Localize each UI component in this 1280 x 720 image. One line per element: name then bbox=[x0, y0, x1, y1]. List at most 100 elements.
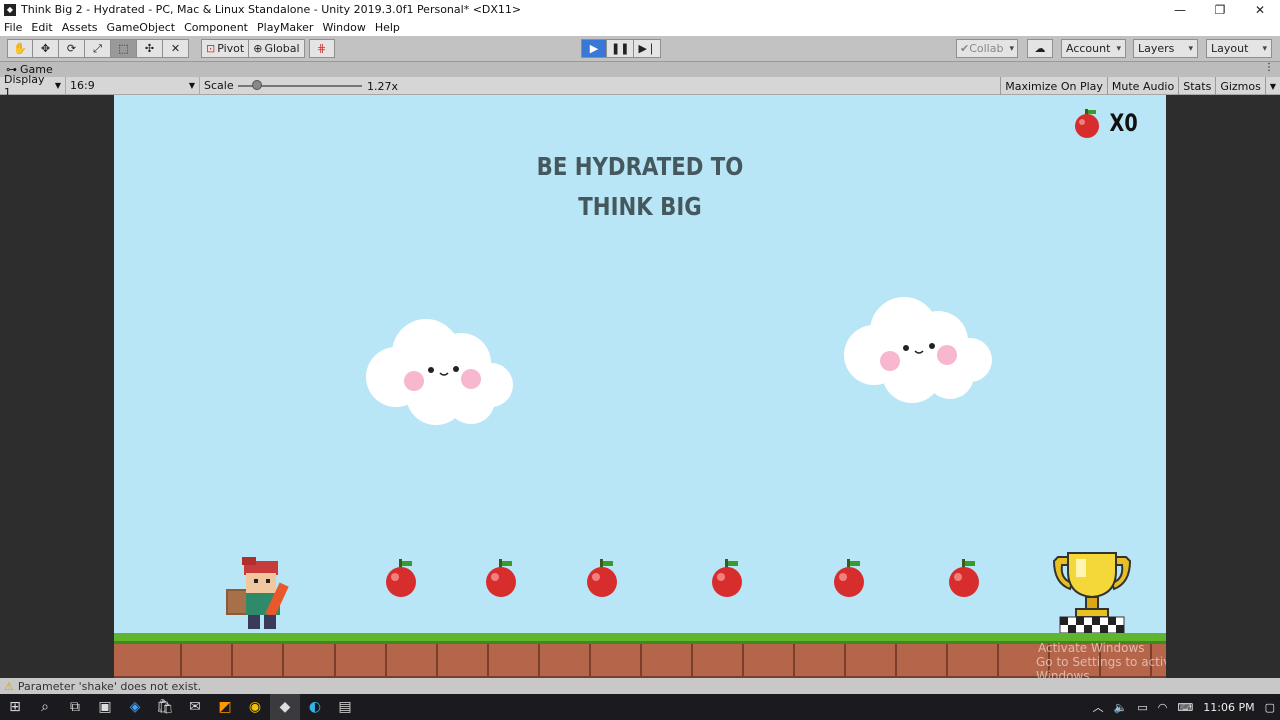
scale-tool-button[interactable]: ⤢ bbox=[85, 39, 111, 58]
game-tab-bar: ⊶ Game ⋮ bbox=[0, 62, 1280, 77]
move-icon: ✥ bbox=[40, 42, 51, 55]
menu-file[interactable]: File bbox=[4, 21, 22, 34]
apple-pickup bbox=[949, 559, 979, 597]
ground-tiles bbox=[114, 633, 1166, 678]
maximize-button[interactable]: ❐ bbox=[1200, 0, 1240, 19]
cloud-group: ☁ bbox=[1027, 39, 1053, 58]
activate-windows-watermark: Activate Windows Go to Settings to activ… bbox=[1036, 641, 1166, 678]
clock-time[interactable]: 11:06 PM bbox=[1203, 701, 1254, 714]
rotate-tool-button[interactable]: ⟳ bbox=[59, 39, 85, 58]
cloud-left bbox=[366, 319, 513, 425]
notifications-icon[interactable]: ▢ bbox=[1265, 701, 1275, 714]
pause-button[interactable]: ❚❚ bbox=[607, 39, 635, 58]
menu-help[interactable]: Help bbox=[375, 21, 400, 34]
display-dropdown[interactable]: Display 1 ▼ bbox=[0, 73, 66, 99]
wifi-icon[interactable]: ◠ bbox=[1158, 701, 1168, 714]
console-status-bar[interactable]: ⚠ Parameter 'shake' does not exist. bbox=[0, 678, 1280, 694]
step-button[interactable]: ▶❘ bbox=[634, 39, 662, 58]
windows-taskbar: ⊞ ⌕ ⧉ ▣ ◈ 🛍 ✉ ◩ ◉ ◆ ◐ ▤ ︿ 🔈 ▭ ◠ ⌨ 11:06 … bbox=[0, 694, 1280, 720]
snap-button[interactable]: ⋕ bbox=[308, 39, 335, 58]
tab-menu-icon[interactable]: ⋮ bbox=[1264, 62, 1274, 73]
window-title: Think Big 2 - Hydrated - PC, Mac & Linux… bbox=[21, 3, 522, 16]
menu-edit[interactable]: Edit bbox=[31, 21, 52, 34]
scale-slider-thumb[interactable] bbox=[252, 80, 262, 90]
keyboard-icon[interactable]: ⌨ bbox=[1177, 701, 1193, 714]
layout-dropdown[interactable]: Layout bbox=[1206, 39, 1272, 58]
apple-score-icon bbox=[1075, 109, 1099, 138]
snap-icon: ⋕ bbox=[316, 42, 327, 55]
menu-playmaker[interactable]: PlayMaker bbox=[257, 21, 313, 34]
scale-icon: ⤢ bbox=[93, 41, 102, 55]
volume-icon[interactable]: 🔈 bbox=[1114, 701, 1128, 714]
global-button[interactable]: ⊕ Global bbox=[249, 39, 305, 58]
check-icon: ✔ bbox=[960, 42, 970, 55]
stats-toggle[interactable]: Stats bbox=[1178, 77, 1215, 95]
pivot-button[interactable]: ⊡ Pivot bbox=[201, 39, 250, 58]
aspect-dropdown[interactable]: 16:9 ▼ bbox=[66, 76, 200, 95]
search-button[interactable]: ⌕ bbox=[30, 694, 60, 720]
account-group: Account bbox=[1061, 39, 1126, 58]
game-view[interactable]: BE HYDRATED TO THINK BIG X0 Activate Win… bbox=[114, 95, 1166, 678]
taskbar-app-2[interactable]: ▤ bbox=[330, 694, 360, 720]
account-dropdown[interactable]: Account bbox=[1061, 39, 1126, 58]
pivot-label: Pivot bbox=[217, 42, 245, 55]
cloud-button[interactable]: ☁ bbox=[1027, 39, 1053, 58]
taskbar-store[interactable]: 🛍 bbox=[150, 694, 180, 720]
taskbar-unity[interactable]: ◆ bbox=[270, 694, 300, 720]
transform-icon: ✣ bbox=[144, 42, 155, 55]
custom-tool-button[interactable]: ✕ bbox=[163, 39, 189, 58]
play-button[interactable]: ▶ bbox=[581, 39, 607, 58]
game-title: BE HYDRATED TO THINK BIG bbox=[193, 147, 1087, 227]
unity-icon: ◆ bbox=[279, 699, 291, 715]
taskbar-sublime[interactable]: ◩ bbox=[210, 694, 240, 720]
game-view-options: Maximize On Play Mute Audio Stats Gizmos… bbox=[1000, 77, 1280, 95]
play-icon: ▶ bbox=[589, 42, 599, 55]
start-button[interactable]: ⊞ bbox=[0, 694, 30, 720]
taskbar-mail[interactable]: ✉ bbox=[180, 694, 210, 720]
menu-gameobject[interactable]: GameObject bbox=[107, 21, 176, 34]
game-title-line-1: BE HYDRATED TO bbox=[536, 152, 744, 181]
menu-window[interactable]: Window bbox=[322, 21, 365, 34]
pivot-icon: ⊡ bbox=[206, 42, 216, 55]
hand-icon: ✋ bbox=[13, 42, 27, 55]
playback-controls: ▶ ❚❚ ▶❘ bbox=[581, 39, 662, 58]
mail-icon: ✉ bbox=[189, 699, 201, 715]
main-toolbar: ✋ ✥ ⟳ ⤢ ⬚ ✣ ✕ ⊡ Pivot ⊕ Global ⋕ ▶ ❚❚ ▶❘ ✔… bbox=[0, 36, 1280, 62]
transform-tool-button[interactable]: ✣ bbox=[137, 39, 163, 58]
layers-dropdown[interactable]: Layers bbox=[1133, 39, 1198, 58]
store-icon: 🛍 bbox=[156, 699, 174, 715]
chrome-icon: ◉ bbox=[248, 699, 262, 715]
window-titlebar: ◆ Think Big 2 - Hydrated - PC, Mac & Lin… bbox=[0, 0, 1280, 19]
game-view-toolbar: Display 1 ▼ 16:9 ▼ Scale 1.27x Maximize On… bbox=[0, 73, 1280, 99]
layout-group: Layout bbox=[1206, 39, 1272, 58]
apple-pickup bbox=[386, 559, 416, 597]
mute-audio-toggle[interactable]: Mute Audio bbox=[1106, 77, 1178, 95]
menu-component[interactable]: Component bbox=[184, 21, 248, 34]
rect-tool-button[interactable]: ⬚ bbox=[111, 39, 137, 58]
gizmos-toggle[interactable]: Gizmos bbox=[1215, 77, 1265, 95]
taskbar-chrome[interactable]: ◉ bbox=[240, 694, 270, 720]
vscode-icon: ◈ bbox=[129, 699, 141, 715]
media-icon: ▣ bbox=[98, 699, 112, 715]
layout-label: Layout bbox=[1211, 42, 1249, 55]
move-tool-button[interactable]: ✥ bbox=[33, 39, 59, 58]
battery-icon[interactable]: ▭ bbox=[1137, 701, 1147, 714]
tray-chevron-icon[interactable]: ︿ bbox=[1093, 699, 1104, 715]
collab-button[interactable]: ✔ Collab bbox=[956, 39, 1018, 58]
scale-label: Scale bbox=[204, 79, 234, 92]
collab-group: ✔ Collab bbox=[956, 39, 1018, 58]
window-controls: — ❐ ✕ bbox=[1160, 0, 1280, 19]
hand-tool-button[interactable]: ✋ bbox=[7, 39, 33, 58]
minimize-button[interactable]: — bbox=[1160, 0, 1200, 19]
transform-tools: ✋ ✥ ⟳ ⤢ ⬚ ✣ ✕ bbox=[7, 39, 189, 58]
scale-value: 1.27x bbox=[367, 80, 399, 93]
gizmos-dropdown-icon[interactable]: ▼ bbox=[1264, 77, 1280, 95]
apple-pickup bbox=[712, 559, 742, 597]
task-view-button[interactable]: ⧉ bbox=[60, 694, 90, 720]
menu-assets[interactable]: Assets bbox=[62, 21, 98, 34]
taskbar-app-1[interactable]: ▣ bbox=[90, 694, 120, 720]
taskbar-vscode[interactable]: ◈ bbox=[120, 694, 150, 720]
maximize-on-play-toggle[interactable]: Maximize On Play bbox=[1000, 77, 1107, 95]
taskbar-edge[interactable]: ◐ bbox=[300, 694, 330, 720]
close-button[interactable]: ✕ bbox=[1240, 0, 1280, 19]
